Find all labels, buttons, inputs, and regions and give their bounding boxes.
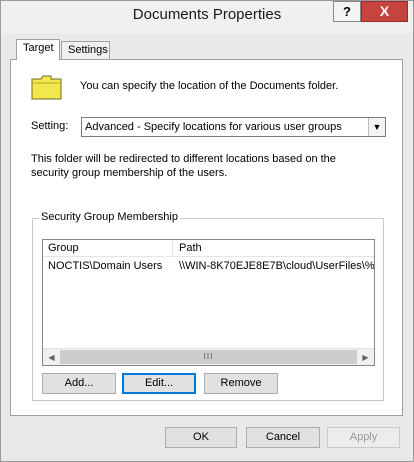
add-button[interactable]: Add...: [42, 373, 116, 394]
groupbox-label: Security Group Membership: [39, 211, 180, 223]
dialog-window: Documents Properties ? X Target Settings…: [0, 0, 414, 462]
path-cell: \\WIN-8K70EJE8E7B\cloud\UserFiles\%: [179, 260, 374, 272]
column-header-group[interactable]: Group: [43, 240, 173, 257]
remove-button[interactable]: Remove: [204, 373, 278, 394]
scrollbar-thumb[interactable]: III: [60, 350, 357, 364]
cancel-button[interactable]: Cancel: [246, 427, 320, 448]
target-tab-panel: You can specify the location of the Docu…: [10, 59, 403, 416]
group-list[interactable]: Group Path NOCTIS\Domain Users \\WIN-8K7…: [42, 239, 375, 366]
setting-label: Setting:: [31, 120, 69, 132]
tab-target[interactable]: Target: [16, 39, 60, 60]
list-item[interactable]: NOCTIS\Domain Users \\WIN-8K70EJE8E7B\cl…: [43, 258, 374, 275]
group-cell: NOCTIS\Domain Users: [48, 260, 163, 272]
security-group-membership: Security Group Membership Group Path NOC…: [32, 211, 384, 401]
chevron-down-icon[interactable]: ▼: [368, 118, 385, 136]
arrow-right-icon[interactable]: ▶: [357, 349, 374, 365]
list-header: Group Path: [43, 240, 374, 257]
setting-select[interactable]: Advanced - Specify locations for various…: [81, 117, 386, 137]
close-button[interactable]: X: [361, 1, 408, 22]
title-bar[interactable]: Documents Properties ? X: [1, 1, 413, 33]
edit-button[interactable]: Edit...: [122, 373, 196, 394]
apply-button[interactable]: Apply: [327, 427, 400, 448]
folder-icon: [31, 75, 62, 100]
info-text: You can specify the location of the Docu…: [80, 80, 339, 92]
ok-button[interactable]: OK: [165, 427, 237, 448]
tab-settings[interactable]: Settings: [61, 41, 110, 60]
redirect-description: This folder will be redirected to differ…: [31, 153, 336, 179]
arrow-left-icon[interactable]: ◀: [43, 349, 60, 365]
setting-select-value: Advanced - Specify locations for various…: [85, 121, 342, 133]
horizontal-scrollbar[interactable]: ◀ III ▶: [43, 348, 374, 365]
column-header-path[interactable]: Path: [174, 240, 374, 257]
help-button[interactable]: ?: [333, 1, 361, 22]
